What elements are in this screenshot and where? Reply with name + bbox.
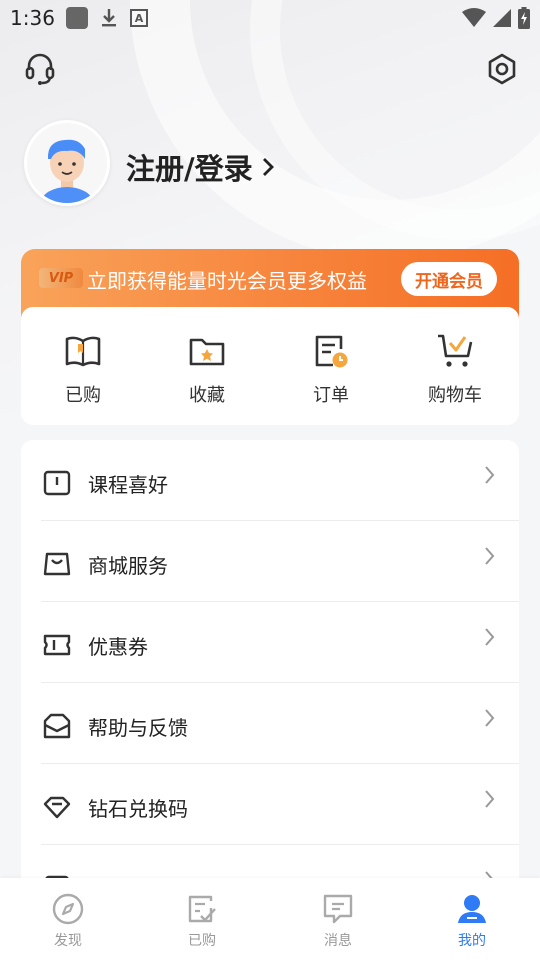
menu-item-course-preference[interactable]: 课程喜好 <box>21 440 519 521</box>
quick-label-orders: 订单 <box>313 385 349 406</box>
chevron-right-icon <box>483 626 497 648</box>
menu-label: 商城服务 <box>88 554 168 578</box>
vip-promo-text: 立即获得能量时光会员更多权益 <box>87 269 367 293</box>
quick-actions-card: 已购 收藏 订单 购物车 <box>21 307 519 425</box>
menu-item-diamond-code[interactable]: 钻石兑换码 <box>21 764 519 845</box>
book-bookmark-icon <box>42 468 72 498</box>
signal-icon <box>492 8 512 32</box>
battery-icon <box>518 7 530 33</box>
open-book-icon <box>63 331 103 371</box>
quick-item-cart[interactable]: 购物车 <box>393 331 517 407</box>
purchased-check-icon <box>185 892 219 926</box>
chevron-right-icon <box>262 158 274 176</box>
diamond-icon <box>42 792 72 822</box>
menu-list: 课程喜好 商城服务 优惠券 帮助与反馈 钻石兑换码 <box>21 440 519 900</box>
status-time: 1:36 <box>10 6 55 30</box>
nav-label: 发现 <box>54 933 82 949</box>
nav-tab-mine[interactable]: 我的 <box>432 892 512 950</box>
download-icon <box>98 7 120 29</box>
menu-label: 帮助与反馈 <box>88 716 188 740</box>
quick-label-purchased: 已购 <box>65 385 101 406</box>
nav-tab-purchased[interactable]: 已购 <box>162 892 242 950</box>
quick-label-cart: 购物车 <box>428 385 482 406</box>
menu-label: 课程喜好 <box>88 473 168 497</box>
open-membership-button[interactable]: 开通会员 <box>401 262 497 296</box>
login-register-link[interactable]: 注册/登录 <box>126 146 275 188</box>
menu-item-help-feedback[interactable]: 帮助与反馈 <box>21 683 519 764</box>
inbox-icon <box>42 711 72 741</box>
shopping-cart-icon <box>435 331 475 371</box>
chevron-right-icon <box>483 464 497 486</box>
chevron-right-icon <box>483 545 497 567</box>
bottom-navigation: 发现 已购 消息 我的 <box>0 878 540 960</box>
nav-tab-messages[interactable]: 消息 <box>298 892 378 950</box>
person-icon <box>455 892 489 926</box>
customer-service-icon[interactable] <box>23 52 57 86</box>
menu-label: 钻石兑换码 <box>88 797 188 821</box>
chevron-right-icon <box>483 707 497 729</box>
compass-icon <box>51 892 85 926</box>
vip-badge: VIP <box>39 268 83 288</box>
a-notification-icon: A <box>130 9 148 27</box>
menu-label: 优惠券 <box>88 635 148 659</box>
folder-star-icon <box>187 331 227 371</box>
login-label: 注册/登录 <box>126 152 253 186</box>
chevron-right-icon <box>483 788 497 810</box>
quick-item-favorites[interactable]: 收藏 <box>145 331 269 407</box>
app-notification-icon <box>66 7 88 29</box>
order-clock-icon <box>311 331 351 371</box>
wifi-icon <box>462 8 486 32</box>
avatar[interactable] <box>24 120 110 206</box>
nav-tab-discover[interactable]: 发现 <box>28 892 108 950</box>
quick-label-favorites: 收藏 <box>189 385 225 406</box>
status-bar: 1:36 A <box>0 0 540 36</box>
message-icon <box>321 892 355 926</box>
quick-item-purchased[interactable]: 已购 <box>21 331 145 407</box>
shopping-bag-icon <box>42 549 72 579</box>
nav-label: 我的 <box>458 933 486 949</box>
nav-label: 消息 <box>324 933 352 949</box>
menu-item-coupons[interactable]: 优惠券 <box>21 602 519 683</box>
ticket-icon <box>42 630 72 660</box>
settings-icon[interactable] <box>485 52 519 86</box>
nav-label: 已购 <box>188 933 216 949</box>
quick-item-orders[interactable]: 订单 <box>269 331 393 407</box>
menu-item-mall-service[interactable]: 商城服务 <box>21 521 519 602</box>
